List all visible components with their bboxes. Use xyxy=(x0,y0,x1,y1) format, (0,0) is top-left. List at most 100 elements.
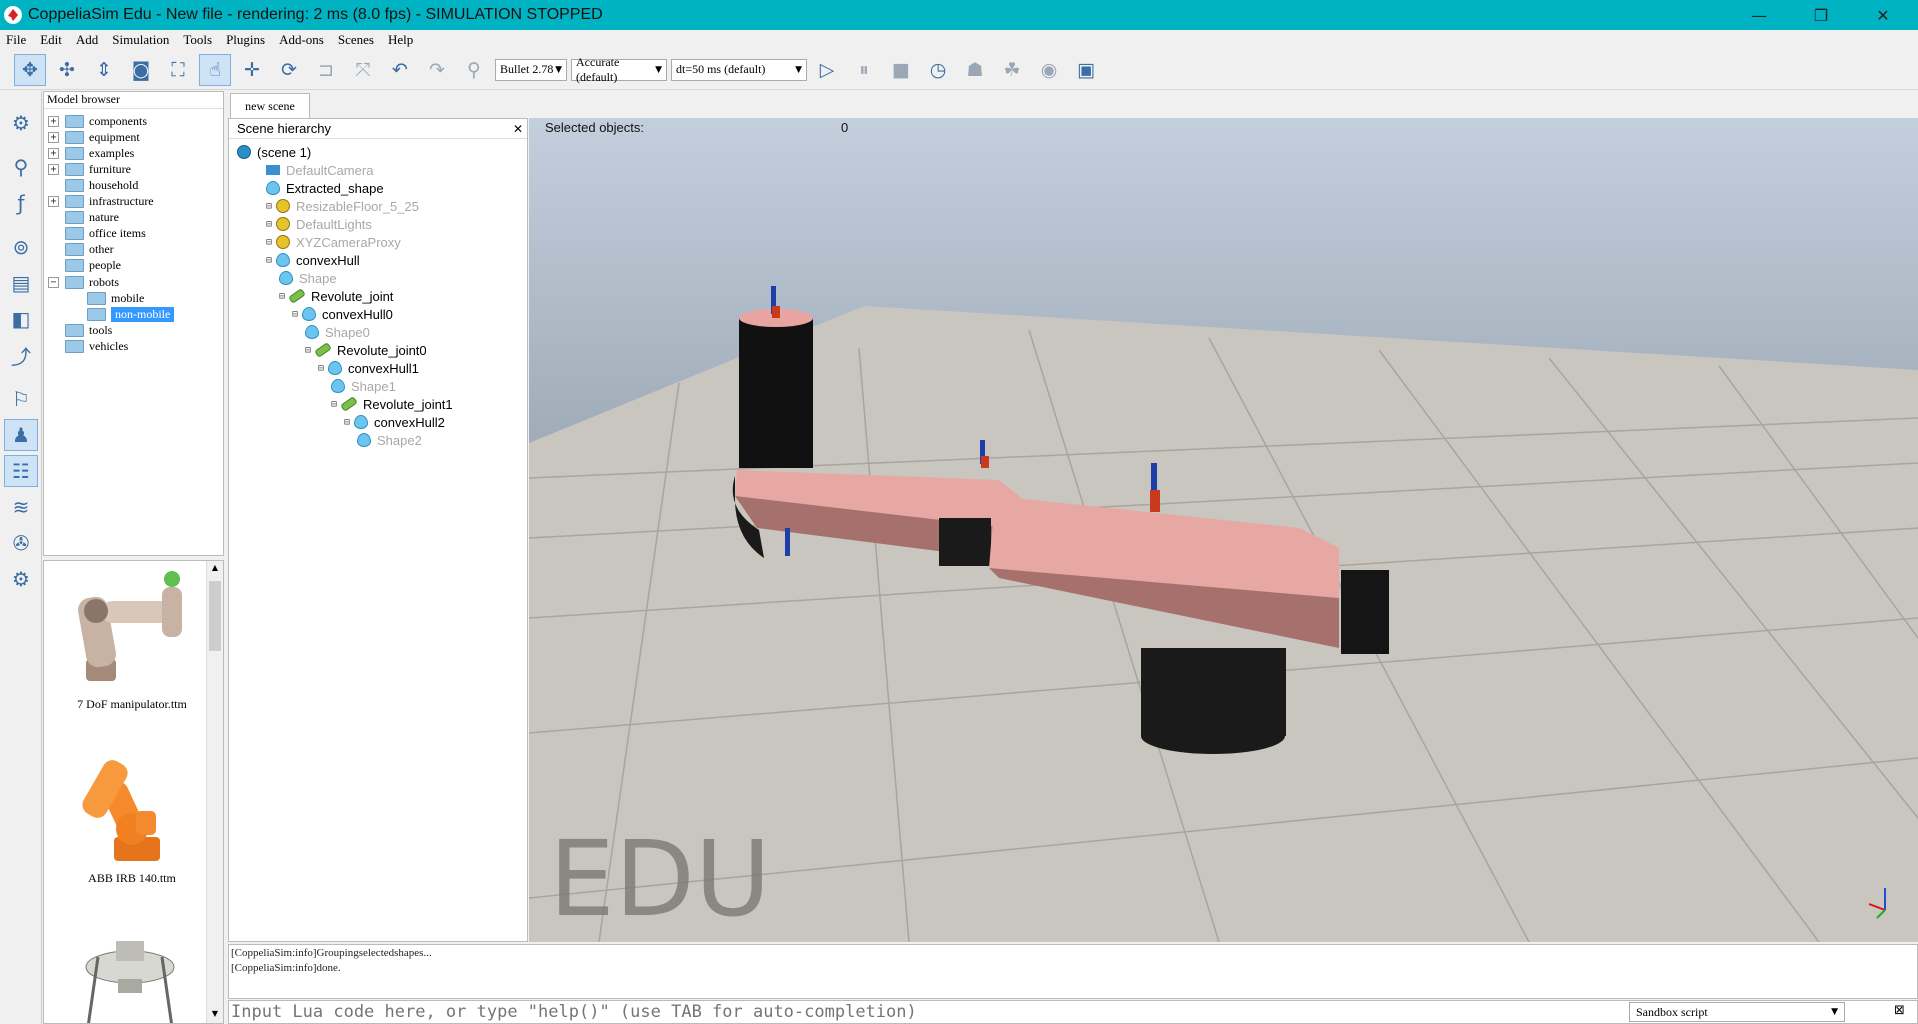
menu-file[interactable]: File xyxy=(6,32,26,48)
transfer-dna-button[interactable]: ⤧ xyxy=(347,54,379,86)
lua-command-input[interactable] xyxy=(231,1002,1631,1022)
close-icon[interactable]: ✕ xyxy=(513,122,523,136)
camera-rotate-button[interactable]: ✣ xyxy=(51,54,83,86)
simulation-settings-button[interactable]: ⚙ xyxy=(4,107,38,139)
thumbnails-scrollbar[interactable]: ▲ ▼ xyxy=(206,561,223,1023)
visualization-toggle-button[interactable]: ◉ xyxy=(1033,54,1065,86)
camera-angle-button[interactable]: ◙ xyxy=(125,54,157,86)
collapse-toggle-icon[interactable]: ⊟ xyxy=(266,219,272,230)
hierarchy-node[interactable]: ⊟ DefaultLights xyxy=(266,215,372,233)
collapse-toggle-icon[interactable]: ⊟ xyxy=(266,201,272,212)
menu-plugins[interactable]: Plugins xyxy=(226,32,265,48)
scene-hierarchy-toggle-button[interactable]: ☷ xyxy=(4,455,38,487)
menu-tools[interactable]: Tools xyxy=(183,32,212,48)
menu-scenes[interactable]: Scenes xyxy=(338,32,374,48)
model-folder-item[interactable]: mobile xyxy=(70,290,144,306)
function-button[interactable]: ƒ xyxy=(4,187,38,219)
scroll-thumb[interactable] xyxy=(209,581,221,651)
model-folder-item[interactable]: nature xyxy=(48,210,119,226)
slower-button[interactable]: ☗ xyxy=(959,54,991,86)
model-folder-item[interactable]: people xyxy=(48,258,121,274)
expand-toggle-icon[interactable]: − xyxy=(48,276,59,288)
collections-button[interactable]: ⊚ xyxy=(4,231,38,263)
hierarchy-node[interactable]: ⊟ convexHull1 xyxy=(318,359,419,377)
physics-engine-select[interactable]: Bullet 2.78 ▼ xyxy=(495,58,567,81)
hierarchy-node[interactable]: ⊟ convexHull xyxy=(266,251,360,269)
collapse-toggle-icon[interactable]: ⊟ xyxy=(266,237,272,248)
model-folder-item[interactable]: tools xyxy=(48,322,112,338)
start-simulation-button[interactable]: ▷ xyxy=(811,54,843,86)
hierarchy-node[interactable]: ⊟ Revolute_joint xyxy=(279,287,393,305)
thumbnail-abb-irb140[interactable]: ABB IRB 140.ttm xyxy=(52,741,212,891)
collapse-toggle-icon[interactable]: ⊟ xyxy=(305,345,311,356)
model-folder-item[interactable]: household xyxy=(48,177,138,193)
click-select-button[interactable]: ☝ xyxy=(199,53,231,86)
hierarchy-node[interactable]: Shape0 xyxy=(305,323,370,341)
hierarchy-node[interactable]: Shape1 xyxy=(331,377,396,395)
collapse-toggle-icon[interactable]: ⊟ xyxy=(292,309,298,320)
minimize-button[interactable]: — xyxy=(1728,0,1790,30)
realtime-button[interactable]: ◷ xyxy=(922,54,954,86)
shape-edit-button[interactable]: ◧ xyxy=(4,303,38,335)
collapse-toggle-icon[interactable]: ⊟ xyxy=(266,255,272,266)
hierarchy-node[interactable]: (scene 1) xyxy=(237,143,311,161)
accuracy-select[interactable]: Accurate (default) ▼ xyxy=(571,55,667,84)
expand-toggle-icon[interactable]: + xyxy=(48,131,59,143)
model-folder-item[interactable]: office items xyxy=(48,226,146,242)
hierarchy-node[interactable]: ⊟ convexHull0 xyxy=(292,305,393,323)
calculation-modules-button[interactable]: ⚲ xyxy=(4,151,38,183)
menu-simulation[interactable]: Simulation xyxy=(112,32,169,48)
expand-toggle-icon[interactable]: + xyxy=(48,196,59,207)
object-shift-button[interactable]: ✛ xyxy=(236,54,268,86)
menu-help[interactable]: Help xyxy=(388,32,413,48)
model-folder-item[interactable]: other xyxy=(48,242,114,258)
model-folder-item[interactable]: + equipment xyxy=(48,129,140,145)
model-folder-item[interactable]: + infrastructure xyxy=(48,194,154,210)
assemble-button[interactable]: ⊐ xyxy=(310,54,342,86)
scripts-button[interactable]: ▤ xyxy=(4,267,38,299)
hierarchy-node[interactable]: ⊟ ResizableFloor_5_25 xyxy=(266,197,419,215)
expand-toggle-icon[interactable]: + xyxy=(48,147,59,159)
maximize-button[interactable]: ❐ xyxy=(1790,0,1852,30)
camera-pan-button[interactable]: ✥ xyxy=(14,53,46,86)
model-browser-toggle-button[interactable]: ♟ xyxy=(4,419,38,451)
hierarchy-node[interactable]: Shape2 xyxy=(357,431,422,449)
model-folder-item[interactable]: + furniture xyxy=(48,161,131,177)
scene-viewport[interactable]: Selected objects: 0 EDU xyxy=(529,118,1918,942)
scroll-down-icon[interactable]: ▼ xyxy=(209,1009,221,1021)
script-selector[interactable]: Sandbox script ▼ xyxy=(1629,1002,1845,1022)
collapse-toggle-icon[interactable]: ⊟ xyxy=(318,363,324,374)
camera-shift-button[interactable]: ⇕ xyxy=(88,54,120,86)
model-folder-item[interactable]: vehicles xyxy=(48,338,128,354)
collapse-toggle-icon[interactable]: ⊟ xyxy=(331,399,337,410)
layers-button[interactable]: ≋ xyxy=(4,491,38,523)
stop-simulation-button[interactable]: ■ xyxy=(885,54,917,86)
path-edit-button[interactable]: ⤴ xyxy=(4,339,38,371)
video-recorder-button[interactable]: ✇ xyxy=(4,527,38,559)
expand-toggle-icon[interactable]: + xyxy=(48,163,59,175)
faster-button[interactable]: ☘ xyxy=(996,54,1028,86)
redo-button[interactable]: ↷ xyxy=(421,54,453,86)
thumbnail-delta[interactable] xyxy=(52,927,212,1023)
model-folder-item[interactable]: + examples xyxy=(48,145,134,161)
user-settings-button[interactable]: ⚙ xyxy=(4,563,38,595)
close-button[interactable]: ✕ xyxy=(1852,0,1914,30)
expand-toggle-icon[interactable]: + xyxy=(48,115,59,127)
scroll-up-icon[interactable]: ▲ xyxy=(209,563,221,575)
pause-simulation-button[interactable]: ⏸ xyxy=(848,54,880,86)
hierarchy-node[interactable]: ⊟ XYZCameraProxy xyxy=(266,233,401,251)
model-folder-item[interactable]: − robots xyxy=(48,274,119,290)
fit-to-view-button[interactable]: ⛶ xyxy=(162,54,194,86)
hierarchy-node[interactable]: DefaultCamera xyxy=(266,161,373,179)
model-folder-item[interactable]: + components xyxy=(48,113,147,129)
hierarchy-node[interactable]: ⊟ convexHull2 xyxy=(344,413,445,431)
menu-edit[interactable]: Edit xyxy=(40,32,62,48)
menu-add[interactable]: Add xyxy=(76,32,98,48)
menu-addons[interactable]: Add-ons xyxy=(279,32,324,48)
hierarchy-node[interactable]: Extracted_shape xyxy=(266,179,384,197)
undo-button[interactable]: ↶ xyxy=(384,54,416,86)
selection-button[interactable]: ⚐ xyxy=(4,383,38,415)
tab-new-scene[interactable]: new scene xyxy=(230,93,310,118)
model-folder-item[interactable]: non-mobile xyxy=(70,306,175,322)
hierarchy-node[interactable]: ⊟ Revolute_joint1 xyxy=(331,395,453,413)
